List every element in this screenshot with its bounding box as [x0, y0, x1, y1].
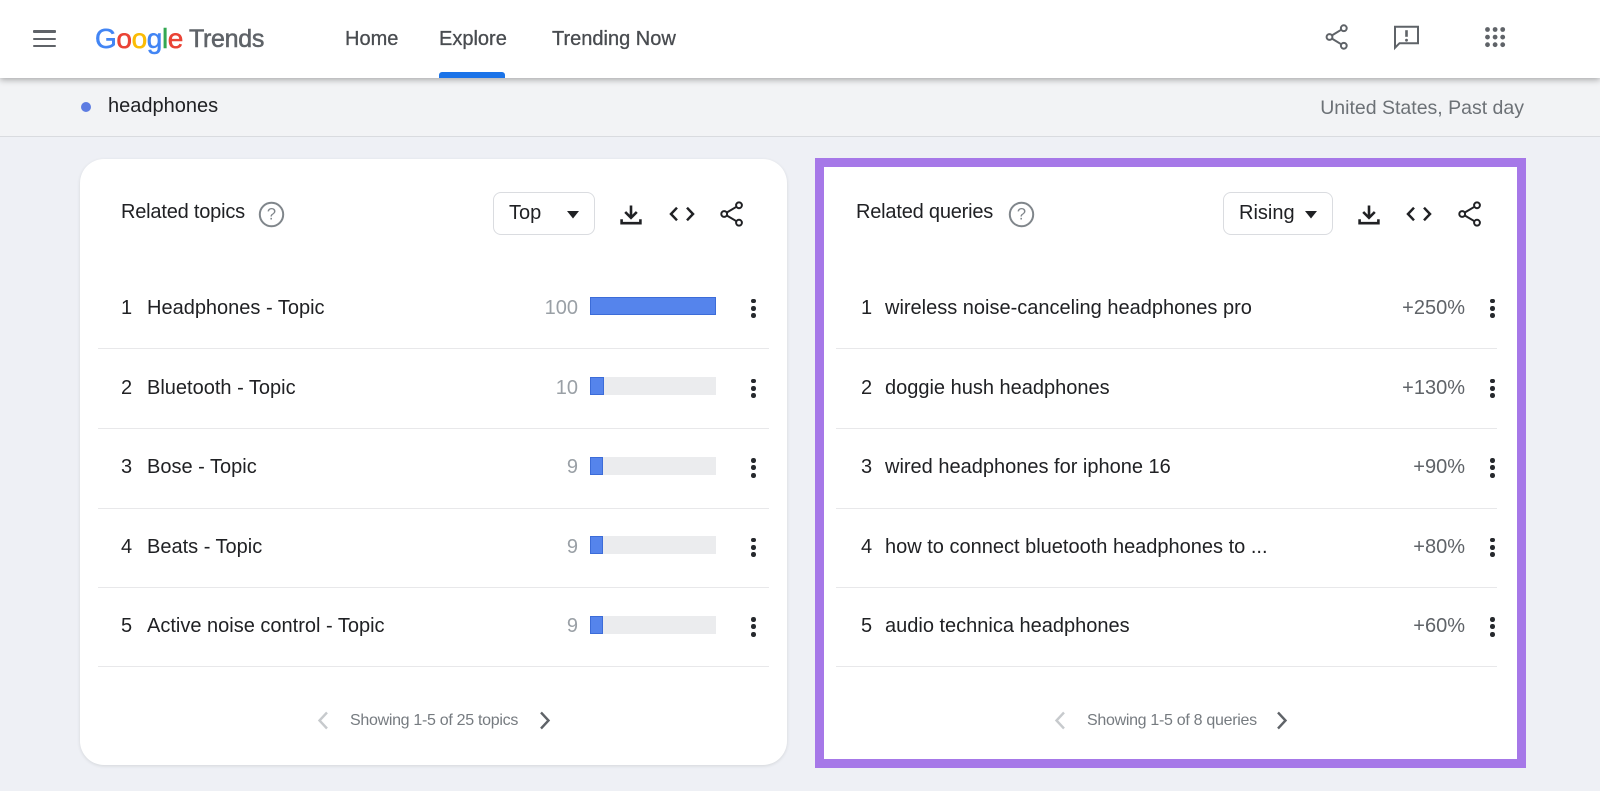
svg-text:?: ?: [267, 206, 276, 224]
svg-text:?: ?: [1017, 206, 1026, 224]
